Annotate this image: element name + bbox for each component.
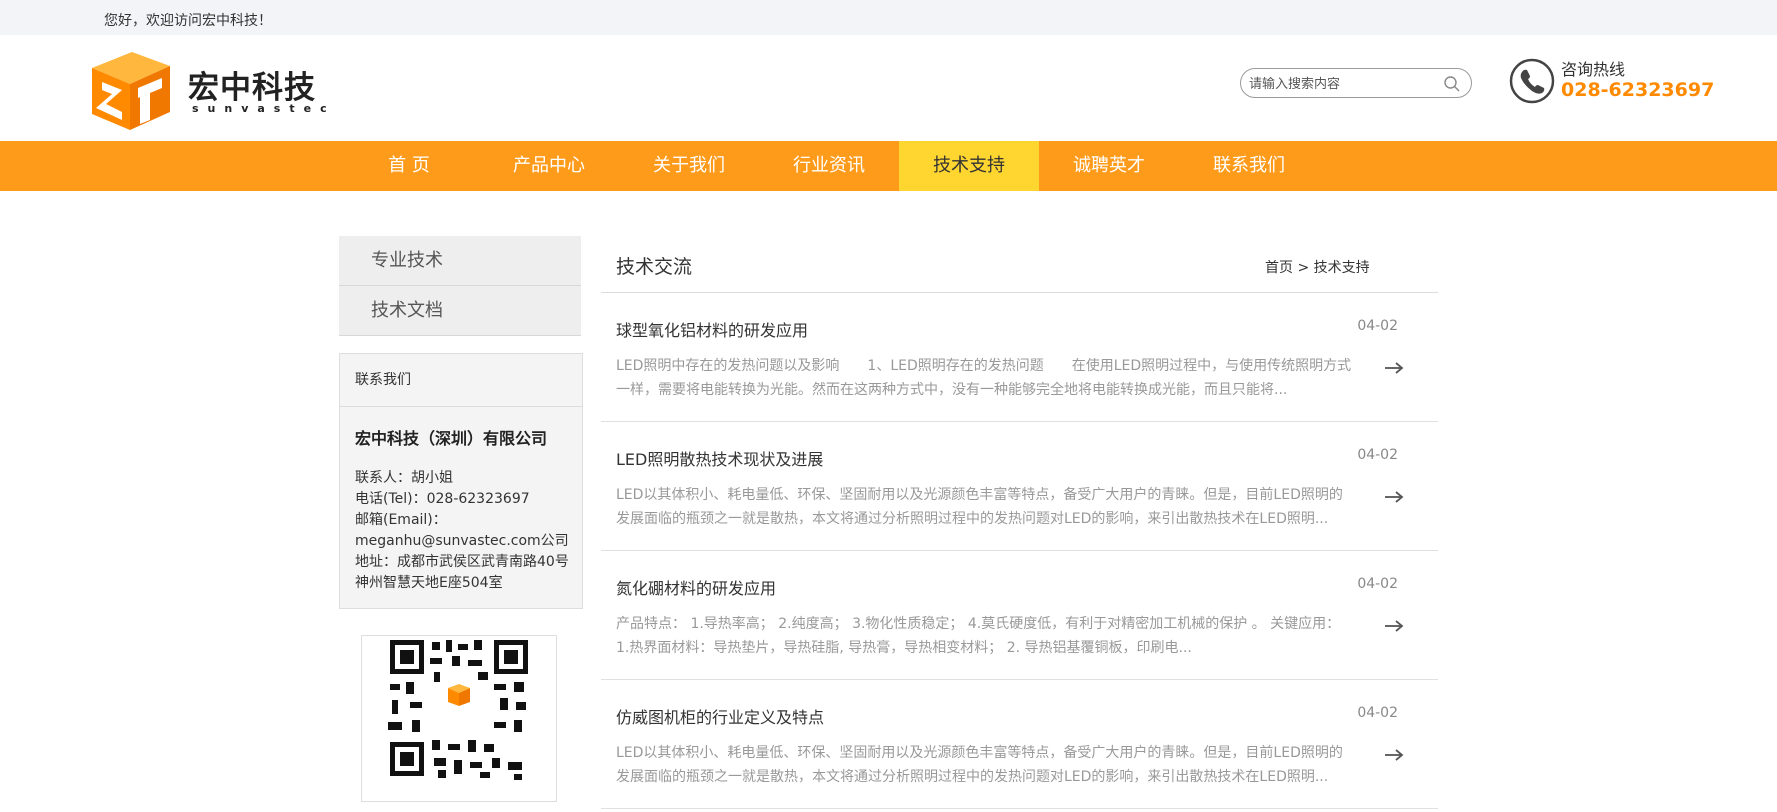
arrow-right-icon[interactable] xyxy=(1384,361,1404,375)
breadcrumb-separator: > xyxy=(1297,260,1310,276)
contact-box: 联系我们 宏中科技（深圳）有限公司 联系人：胡小姐 电话(Tel)：028-62… xyxy=(339,353,583,609)
search-icon[interactable] xyxy=(1443,75,1461,93)
article-date: 04-02 xyxy=(1357,447,1398,463)
brand-name: 宏中科技 xyxy=(188,70,316,106)
contact-person: 联系人：胡小姐 xyxy=(355,470,453,486)
welcome-text: 您好，欢迎访问宏中科技！ xyxy=(104,13,272,29)
article-date: 04-02 xyxy=(1357,318,1398,334)
arrow-right-icon[interactable] xyxy=(1384,619,1404,633)
article-item[interactable]: 球型氧化铝材料的研发应用 04-02 LED照明中存在的发热问题以及影响 1、L… xyxy=(601,293,1438,422)
nav-contact[interactable]: 联系我们 xyxy=(1179,141,1319,191)
nav-tech-support[interactable]: 技术支持 xyxy=(899,141,1039,191)
contact-address: 地址：成都市武侯区武青南路40号 xyxy=(355,554,569,570)
logo[interactable]: 宏中科技 sunvastec xyxy=(88,48,348,134)
nav-careers[interactable]: 诚聘英才 xyxy=(1039,141,1179,191)
breadcrumb: 首页 > 技术支持 xyxy=(1265,257,1370,277)
contact-email-label: 邮箱(Email)： xyxy=(355,512,447,528)
nav-news[interactable]: 行业资讯 xyxy=(759,141,899,191)
main-nav: 首 页 产品中心 关于我们 行业资讯 技术支持 诚聘英才 联系我们 xyxy=(0,141,1777,191)
hotline-label: 咨询热线 xyxy=(1561,60,1626,79)
article-title[interactable]: 仿威图机柜的行业定义及特点 xyxy=(616,704,824,728)
article-date: 04-02 xyxy=(1357,576,1398,592)
section-title: 技术交流 xyxy=(616,256,693,278)
arrow-right-icon[interactable] xyxy=(1384,748,1404,762)
company-name: 宏中科技（深圳）有限公司 xyxy=(355,429,548,448)
article-item[interactable]: 氮化硼材料的研发应用 04-02 产品特点： 1.导热率高； 2.纯度高； 3.… xyxy=(601,551,1438,680)
logo-mark-icon xyxy=(92,52,170,130)
nav-home[interactable]: 首 页 xyxy=(339,141,479,191)
sidebar-item-tech-docs[interactable]: 技术文档 xyxy=(339,286,581,336)
article-date: 04-02 xyxy=(1357,705,1398,721)
breadcrumb-current[interactable]: 技术支持 xyxy=(1314,260,1370,276)
hotline-number: 028-62323697 xyxy=(1561,79,1715,101)
nav-about[interactable]: 关于我们 xyxy=(619,141,759,191)
qr-code-icon xyxy=(382,636,536,782)
top-bar: 您好，欢迎访问宏中科技！ xyxy=(0,0,1777,35)
arrow-right-icon[interactable] xyxy=(1384,490,1404,504)
search-input[interactable] xyxy=(1247,73,1437,95)
contact-email: meganhu@sunvastec.com公司 xyxy=(355,533,569,549)
article-item[interactable]: LED照明散热技术现状及进展 04-02 LED以其体积小、耗电量低、环保、坚固… xyxy=(601,422,1438,551)
breadcrumb-home[interactable]: 首页 xyxy=(1265,260,1293,276)
contact-address-2: 神州智慧天地E座504室 xyxy=(355,575,503,591)
article-summary: LED以其体积小、耗电量低、环保、坚固耐用以及光源颜色丰富等特点，备受广大用户的… xyxy=(616,745,1343,785)
brand-subtitle: sunvastec xyxy=(192,102,336,115)
article-summary: 产品特点： 1.导热率高； 2.纯度高； 3.物化性质稳定； 4.莫氏硬度低，有… xyxy=(616,616,1341,656)
qr-code-box xyxy=(361,635,557,802)
phone-icon xyxy=(1509,58,1555,104)
article-title[interactable]: LED照明散热技术现状及进展 xyxy=(616,446,823,470)
search-box xyxy=(1240,68,1472,98)
contact-phone: 电话(Tel)：028-62323697 xyxy=(355,491,530,507)
article-summary: LED照明中存在的发热问题以及影响 1、LED照明存在的发热问题 在使用LED照… xyxy=(616,358,1352,398)
article-summary: LED以其体积小、耗电量低、环保、坚固耐用以及光源颜色丰富等特点，备受广大用户的… xyxy=(616,487,1343,527)
article-title[interactable]: 球型氧化铝材料的研发应用 xyxy=(616,317,808,341)
sidebar-item-professional-tech[interactable]: 专业技术 xyxy=(339,236,581,286)
article-item[interactable]: 仿威图机柜的行业定义及特点 04-02 LED以其体积小、耗电量低、环保、坚固耐… xyxy=(601,680,1438,809)
contact-heading: 联系我们 xyxy=(340,354,582,407)
sidebar-menu: 专业技术 技术文档 xyxy=(339,236,581,336)
article-title[interactable]: 氮化硼材料的研发应用 xyxy=(616,575,776,599)
contact-details: 联系人：胡小姐 电话(Tel)：028-62323697 邮箱(Email)： … xyxy=(355,468,577,594)
nav-products[interactable]: 产品中心 xyxy=(479,141,619,191)
